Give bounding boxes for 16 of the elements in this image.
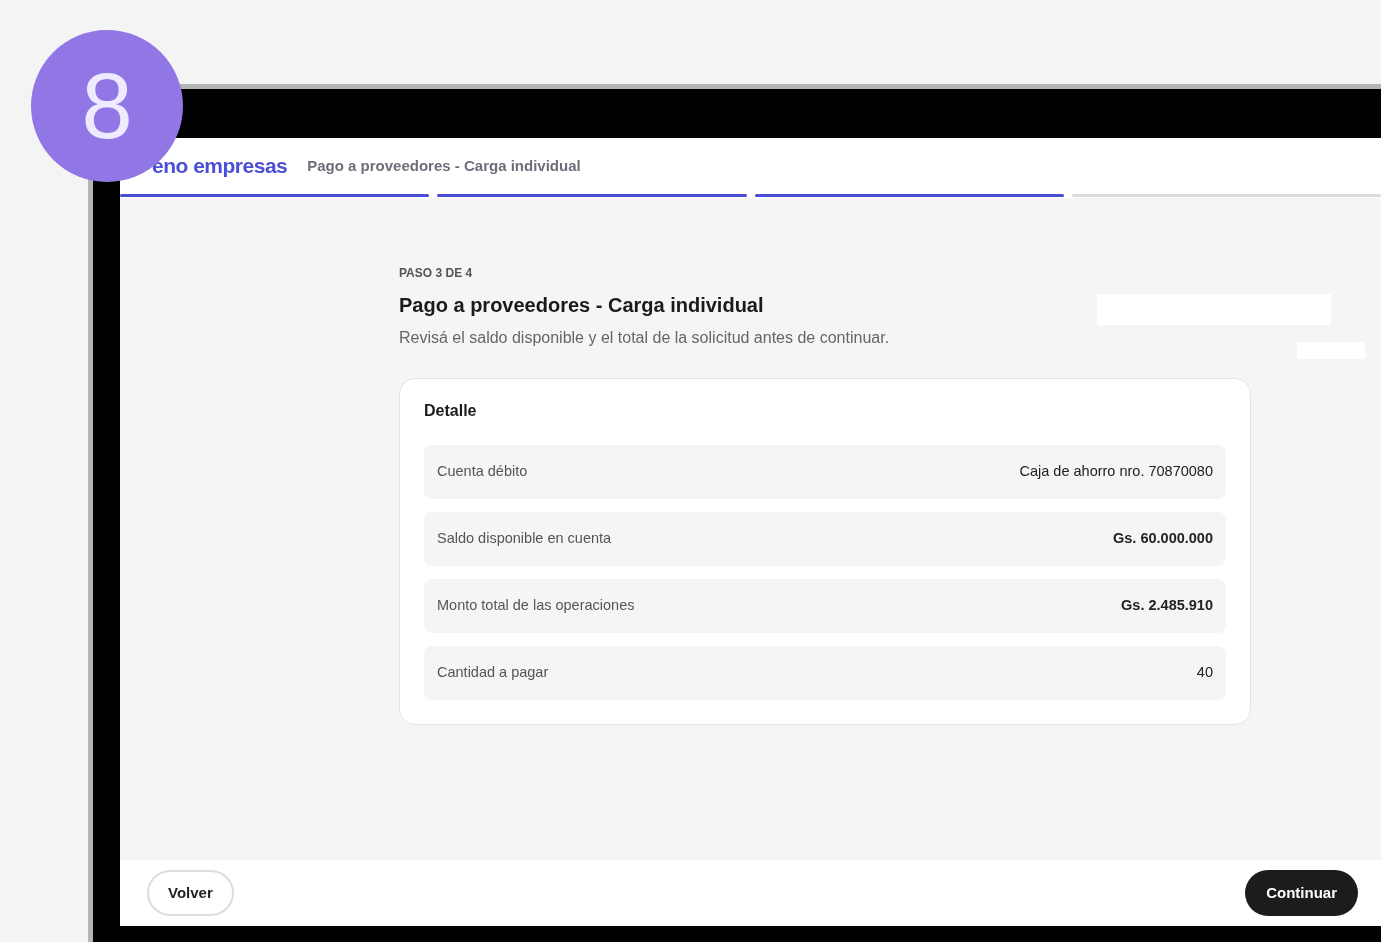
row-label: Saldo disponible en cuenta: [437, 529, 612, 549]
logo-text: eno empresas: [152, 153, 288, 180]
continue-button[interactable]: Continuar: [1245, 870, 1358, 916]
back-button[interactable]: Volver: [147, 870, 234, 916]
row-value: Gs. 60.000.000: [1113, 529, 1213, 549]
page-heading: Pago a proveedores - Carga individual: [399, 293, 764, 318]
step-label: PASO 3 DE 4: [399, 265, 474, 282]
row-value: Gs. 2.485.910: [1121, 596, 1213, 616]
row-label: Cuenta débito: [437, 462, 528, 482]
row-label: Cantidad a pagar: [437, 663, 549, 683]
row-value: 40: [1196, 663, 1213, 683]
card-title: Detalle: [424, 401, 478, 421]
row-label: Monto total de las operaciones: [437, 596, 635, 616]
page-subtitle: Revisá el saldo disponible y el total de la solicitud antes de continuar.: [399, 328, 891, 348]
header-title: Pago a proveedores - Carga individual: [307, 155, 581, 176]
row-value: Caja de ahorro nro. 70870080: [1019, 462, 1213, 482]
